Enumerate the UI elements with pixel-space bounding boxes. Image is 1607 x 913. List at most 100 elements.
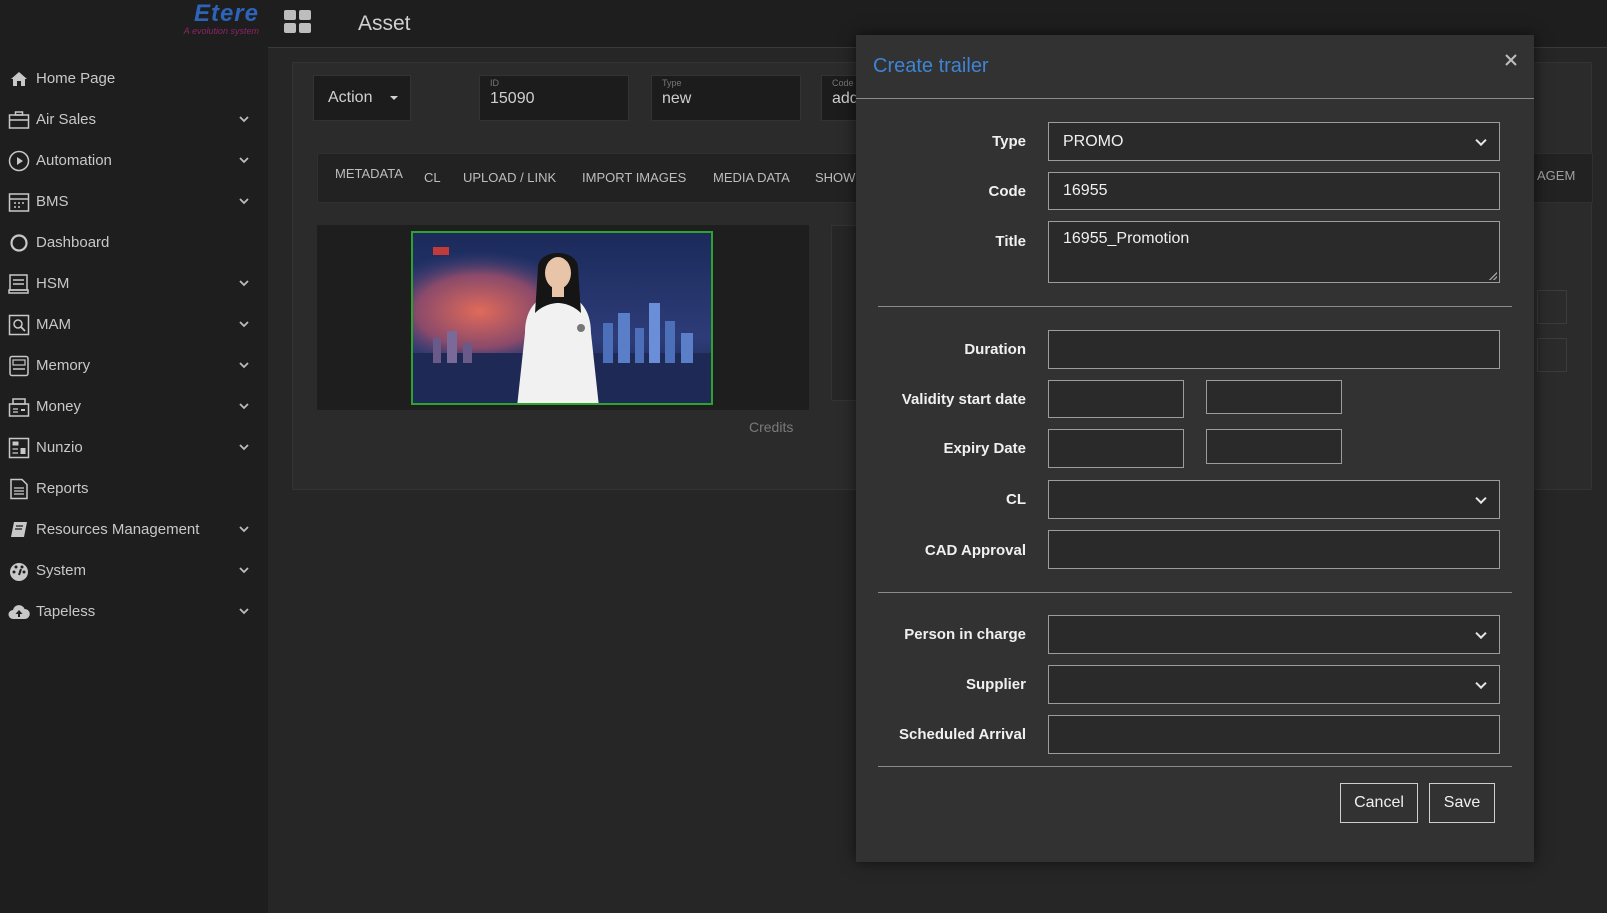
panel-icon: [8, 437, 30, 459]
sidebar-nav: Home Page Air Sales Automation BMS Dashb…: [0, 58, 268, 632]
asset-id-label: ID: [490, 78, 499, 88]
asset-id-field[interactable]: ID 15090: [479, 75, 629, 121]
sidebar-item-label: Resources Management: [36, 521, 200, 538]
sidebar-item-label: System: [36, 562, 87, 579]
sidebar-item-money[interactable]: Money: [0, 386, 268, 427]
expiry-date-input[interactable]: [1048, 429, 1184, 468]
preview-area: [317, 225, 809, 410]
circle-icon: [8, 232, 30, 254]
chevron-down-icon: [239, 526, 249, 533]
sidebar-item-system[interactable]: System: [0, 550, 268, 591]
tab-upload-link[interactable]: UPLOAD / LINK: [463, 170, 556, 185]
cancel-button[interactable]: Cancel: [1340, 783, 1418, 823]
sidebar-item-tapeless[interactable]: Tapeless: [0, 591, 268, 632]
storage-icon: [8, 273, 30, 295]
sidebar-item-label: BMS: [36, 193, 69, 210]
partial-field[interactable]: [1537, 338, 1567, 372]
chevron-down-icon: [239, 567, 249, 574]
type-select[interactable]: PROMO: [1048, 122, 1500, 161]
sidebar-item-dashboard[interactable]: Dashboard: [0, 222, 268, 263]
brand-logo[interactable]: Etere A evolution system: [160, 0, 265, 44]
sidebar-item-nunzio[interactable]: Nunzio: [0, 427, 268, 468]
section-divider: [878, 306, 1512, 307]
play-circle-icon: [8, 150, 30, 172]
sidebar-item-label: Dashboard: [36, 234, 110, 251]
chevron-down-icon: [239, 321, 249, 328]
duration-input[interactable]: [1048, 330, 1500, 369]
expiry-time-input[interactable]: [1206, 429, 1342, 464]
close-icon[interactable]: [1504, 53, 1518, 67]
sidebar-item-memory[interactable]: Memory: [0, 345, 268, 386]
sidebar-item-label: HSM: [36, 275, 70, 292]
sidebar-item-label: Home Page: [36, 70, 116, 87]
sidebar-item-hsm[interactable]: HSM: [0, 263, 268, 304]
code-input[interactable]: 16955: [1048, 172, 1500, 210]
sidebar-item-home-page[interactable]: Home Page: [0, 58, 268, 99]
partial-tab-label[interactable]: AGEM: [1537, 168, 1575, 183]
sidebar-item-automation[interactable]: Automation: [0, 140, 268, 181]
search-media-icon: [8, 314, 30, 336]
chevron-down-icon: [239, 116, 249, 123]
dialog-title: Create trailer: [873, 55, 989, 77]
sidebar-item-bms[interactable]: BMS: [0, 181, 268, 222]
sidebar-item-air-sales[interactable]: Air Sales: [0, 99, 268, 140]
supplier-select[interactable]: [1048, 665, 1500, 704]
memory-icon: [8, 355, 30, 377]
grid-icon[interactable]: [284, 10, 312, 34]
sidebar-item-label: Air Sales: [36, 111, 97, 128]
video-thumbnail-image: [413, 233, 711, 403]
calendar-icon: [8, 191, 30, 213]
save-button[interactable]: Save: [1429, 783, 1495, 823]
sidebar-item-label: Nunzio: [36, 439, 83, 456]
tab-cl[interactable]: CL: [424, 170, 441, 185]
sidebar-item-label: MAM: [36, 316, 71, 333]
action-dropdown-button[interactable]: Action: [313, 75, 411, 121]
code-label: Code: [988, 183, 1027, 200]
brand-tagline: A evolution system: [183, 26, 259, 36]
tab-metadata[interactable]: METADATA: [335, 166, 403, 181]
asset-type-label: Type: [662, 78, 682, 88]
title-value: 16955_Promotion: [1063, 230, 1190, 247]
video-thumbnail[interactable]: [411, 231, 713, 405]
asset-id-value: 15090: [490, 90, 535, 107]
cloud-upload-icon: [8, 601, 30, 623]
sidebar-item-resources-management[interactable]: Resources Management: [0, 509, 268, 550]
validity-start-time-input[interactable]: [1206, 380, 1342, 414]
tab-import-images[interactable]: IMPORT IMAGES: [582, 170, 686, 185]
dialog-divider: [856, 98, 1534, 99]
sidebar-item-label: Reports: [36, 480, 89, 497]
supplier-label: Supplier: [965, 676, 1026, 693]
briefcase-icon: [8, 109, 30, 131]
cl-select[interactable]: [1048, 480, 1500, 519]
section-divider: [878, 766, 1512, 767]
scheduled-arrival-input[interactable]: [1048, 715, 1500, 754]
tab-show[interactable]: SHOW: [815, 170, 855, 185]
cad-approval-input[interactable]: [1048, 530, 1500, 569]
brand-name: Etere: [193, 0, 259, 27]
person-in-charge-select[interactable]: [1048, 615, 1500, 654]
chevron-down-icon: [239, 403, 249, 410]
type-label: Type: [992, 133, 1026, 150]
section-divider: [878, 592, 1512, 593]
title-label: Title: [995, 233, 1026, 250]
partial-field[interactable]: [1537, 290, 1567, 324]
validity-start-date-input[interactable]: [1048, 380, 1184, 418]
sidebar-item-mam[interactable]: MAM: [0, 304, 268, 345]
chevron-down-icon: [239, 157, 249, 164]
type-value: PROMO: [1063, 132, 1124, 150]
chevron-down-icon: [239, 608, 249, 615]
cad-approval-label: CAD Approval: [924, 542, 1026, 559]
asset-type-field[interactable]: Type new: [651, 75, 801, 121]
chevron-down-icon: [239, 198, 249, 205]
title-textarea[interactable]: 16955_Promotion: [1048, 221, 1500, 283]
sidebar-item-reports[interactable]: Reports: [0, 468, 268, 509]
sidebar-item-label: Memory: [36, 357, 91, 374]
tab-media-data[interactable]: MEDIA DATA: [713, 170, 790, 185]
sidebar-item-label: Tapeless: [36, 603, 96, 620]
chevron-down-icon: [239, 362, 249, 369]
scheduled-arrival-label: Scheduled Arrival: [899, 726, 1026, 743]
book-icon: [8, 519, 30, 541]
chevron-down-icon: [239, 444, 249, 451]
caret-down-icon: [390, 96, 398, 100]
credits-label: Credits: [749, 419, 794, 435]
